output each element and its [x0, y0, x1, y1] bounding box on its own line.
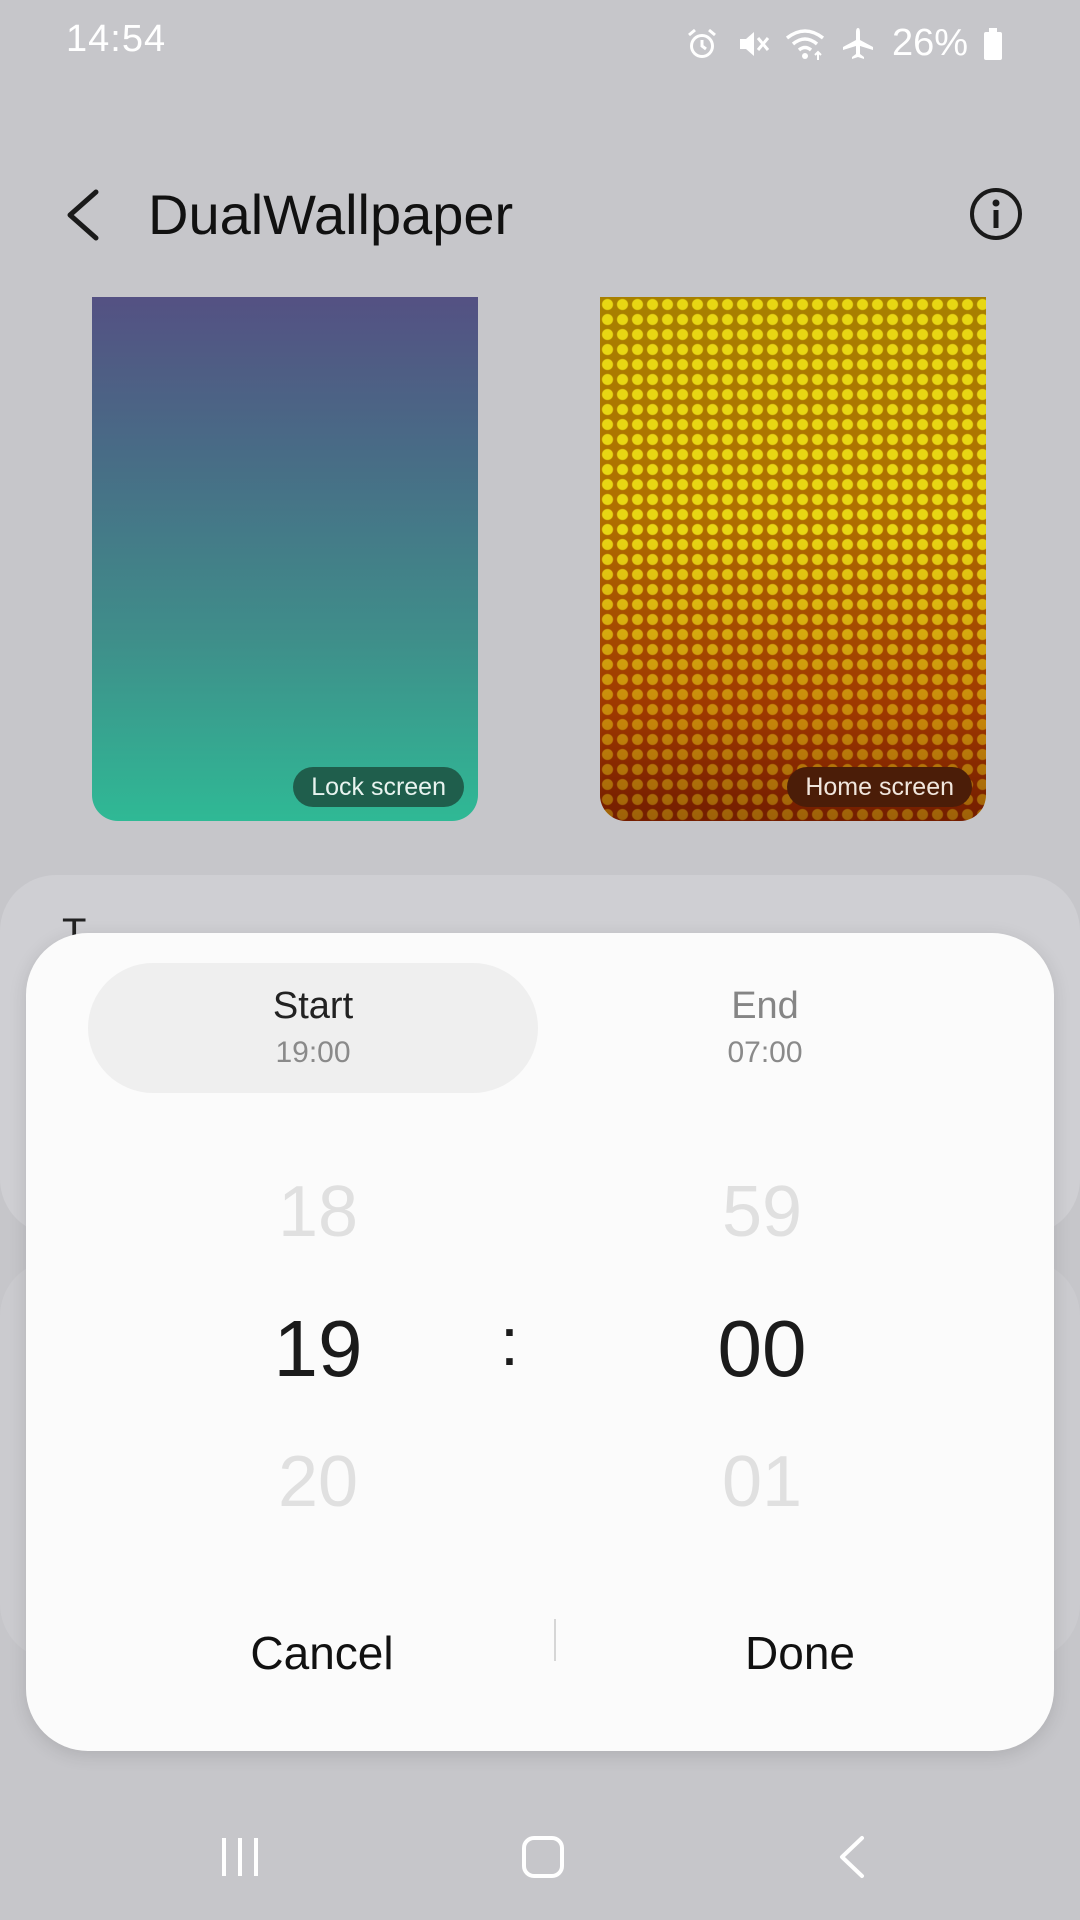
time-picker-dialog: Start 19:00 End 07:00 18 19 20 : 59 00 0…	[26, 933, 1054, 1751]
home-screen-preview[interactable]: Home screen	[600, 297, 986, 821]
navigation-bar	[0, 1800, 1080, 1920]
app-bar: DualWallpaper	[0, 160, 1080, 270]
lock-screen-label: Lock screen	[293, 767, 464, 807]
status-icons: 26%	[684, 22, 1004, 65]
tab-start-label: Start	[272, 985, 354, 1027]
minute-prev[interactable]: 59	[662, 1171, 862, 1253]
home-screen-label: Home screen	[787, 767, 972, 807]
minute-selected[interactable]: 00	[662, 1303, 862, 1395]
cancel-button[interactable]: Cancel	[142, 1613, 502, 1693]
info-button[interactable]	[968, 186, 1024, 242]
lock-screen-preview[interactable]: Lock screen	[92, 297, 478, 821]
button-divider	[554, 1619, 556, 1661]
info-icon	[970, 188, 1022, 240]
alarm-icon	[684, 26, 720, 62]
back-icon[interactable]	[830, 1834, 876, 1885]
battery-icon	[982, 26, 1004, 62]
status-bar: 14:54 26%	[0, 0, 1080, 88]
hour-prev[interactable]: 18	[218, 1171, 418, 1253]
tab-end-label: End	[731, 985, 799, 1027]
tab-end-time: 07:00	[727, 1036, 803, 1069]
hour-selected[interactable]: 19	[218, 1303, 418, 1395]
status-time: 14:54	[66, 18, 167, 60]
wifi-icon	[784, 26, 826, 62]
home-icon[interactable]	[520, 1834, 566, 1885]
back-button[interactable]	[56, 184, 116, 246]
hour-next[interactable]: 20	[218, 1441, 418, 1523]
recents-icon[interactable]	[218, 1834, 264, 1885]
time-separator: :	[500, 1304, 519, 1380]
tab-end[interactable]: End 07:00	[540, 963, 990, 1093]
page-title: DualWallpaper	[148, 183, 514, 246]
airplane-icon	[840, 26, 876, 62]
done-button[interactable]: Done	[620, 1613, 980, 1693]
minute-next[interactable]: 01	[662, 1441, 862, 1523]
tab-start-time: 19:00	[275, 1036, 351, 1069]
battery-percentage: 26%	[891, 22, 968, 64]
mute-icon	[734, 26, 770, 62]
chevron-left-icon	[67, 189, 99, 241]
tab-start[interactable]: Start 19:00	[88, 963, 538, 1093]
